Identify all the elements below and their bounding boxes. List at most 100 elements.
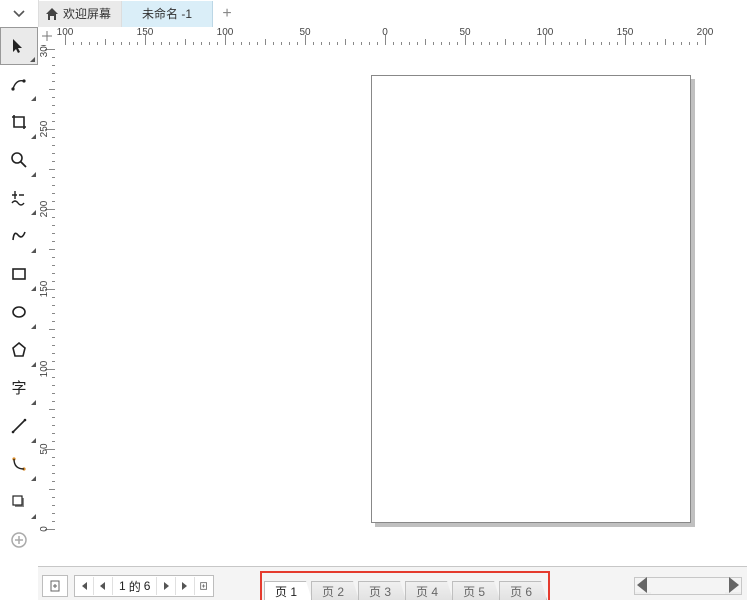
- prev-page-button[interactable]: [94, 577, 113, 595]
- flyout-indicator-icon: [31, 438, 36, 443]
- page-readout: 1 的 6: [113, 577, 157, 595]
- tab-untitled-label: 未命名 -1: [142, 5, 192, 22]
- shape-tool-icon: [10, 75, 28, 93]
- tab-welcome-screen[interactable]: 欢迎屏幕: [39, 1, 122, 27]
- zoom-tool-icon: [10, 151, 28, 169]
- add-page-after-button[interactable]: [195, 577, 213, 595]
- menu-chevron-icon: [12, 7, 26, 21]
- tool-pick[interactable]: [0, 27, 38, 65]
- toolbox: 字: [0, 27, 39, 600]
- ruler-h-label: 200: [697, 27, 714, 38]
- add-page-button-left[interactable]: [42, 575, 68, 597]
- flyout-indicator-icon: [31, 248, 36, 253]
- add-page-icon: [48, 579, 62, 593]
- tool-connector[interactable]: [0, 445, 38, 483]
- ruler-v-label: 50: [39, 443, 50, 454]
- page-tab-label: 页 5: [463, 583, 485, 600]
- page-rectangle: [371, 75, 691, 523]
- document-tab-bar: 欢迎屏幕 未命名 -1 +: [0, 0, 747, 28]
- ruler-h-label: 50: [459, 27, 470, 38]
- flyout-indicator-icon: [31, 514, 36, 519]
- page-tab-3[interactable]: 页 3: [358, 581, 406, 600]
- svg-text:字: 字: [11, 380, 26, 397]
- tab-untitled-document[interactable]: 未命名 -1: [122, 1, 213, 27]
- app-root: 欢迎屏幕 未命名 -1 + 字 10015010050050100150200 …: [0, 0, 747, 600]
- ruler-v-label: 150: [39, 281, 50, 298]
- tool-freehand[interactable]: [0, 179, 38, 217]
- scroll-left-button[interactable]: [635, 578, 651, 592]
- pick-tool-icon: [10, 37, 28, 55]
- flyout-indicator-icon: [31, 324, 36, 329]
- tool-dropshadow[interactable]: [0, 483, 38, 521]
- page-of-label: 的: [129, 578, 141, 595]
- crop-tool-icon: [10, 113, 28, 131]
- page-tab-label: 页 1: [275, 583, 297, 600]
- horizontal-ruler[interactable]: 10015010050050100150200: [55, 27, 747, 46]
- next-page-button[interactable]: [157, 577, 176, 595]
- page-tab-1[interactable]: 页 1: [264, 581, 312, 600]
- ellipse-tool-icon: [10, 303, 28, 321]
- scrollbar-track[interactable]: [651, 578, 725, 594]
- ruler-v-label: 200: [39, 201, 50, 218]
- scroll-right-button[interactable]: [725, 578, 741, 592]
- ruler-v-label: 0: [39, 526, 50, 532]
- ruler-h-label: 150: [617, 27, 634, 38]
- flyout-indicator-icon: [31, 286, 36, 291]
- total-pages-number: 6: [144, 579, 151, 593]
- flyout-indicator-icon: [31, 476, 36, 481]
- page-tab-2[interactable]: 页 2: [311, 581, 359, 600]
- page-tab-4[interactable]: 页 4: [405, 581, 453, 600]
- menu-button[interactable]: [0, 0, 39, 27]
- drop-shadow-tool-icon: [10, 493, 28, 511]
- page-navigator: 1 的 6: [74, 575, 214, 597]
- plus-icon: +: [222, 5, 231, 23]
- page-tabs-highlight-box: 页 1 页 2 页 3 页 4 页 5 页 6: [260, 571, 550, 600]
- page-tab-6[interactable]: 页 6: [499, 581, 547, 600]
- tool-line[interactable]: [0, 407, 38, 445]
- tool-curve[interactable]: [0, 217, 38, 255]
- flyout-indicator-icon: [31, 362, 36, 367]
- ruler-v-label: 100: [39, 361, 50, 378]
- ruler-v-label: 250: [39, 121, 50, 138]
- tab-welcome-label: 欢迎屏幕: [63, 5, 111, 22]
- tool-crop[interactable]: [0, 103, 38, 141]
- tool-polygon[interactable]: [0, 331, 38, 369]
- ruler-origin-button[interactable]: [38, 27, 56, 46]
- vertical-ruler[interactable]: 300 250 200 150 100 50 0: [38, 45, 56, 566]
- connector-tool-icon: [10, 455, 28, 473]
- ruler-h-label: 100: [217, 27, 234, 38]
- first-page-button[interactable]: [75, 577, 94, 595]
- polygon-tool-icon: [10, 341, 28, 359]
- dimension-tool-icon: [10, 417, 28, 435]
- horizontal-scrollbar[interactable]: [634, 577, 742, 595]
- ruler-h-label: 100: [537, 27, 554, 38]
- flyout-indicator-icon: [31, 172, 36, 177]
- ruler-h-label: 50: [299, 27, 310, 38]
- flyout-indicator-icon: [31, 400, 36, 405]
- current-page-number: 1: [119, 579, 126, 593]
- page-tab-label: 页 4: [416, 583, 438, 600]
- new-document-tab-button[interactable]: +: [213, 1, 241, 27]
- text-tool-icon: 字: [10, 379, 28, 397]
- tool-shape-edit[interactable]: [0, 65, 38, 103]
- canvas-area[interactable]: [55, 45, 747, 566]
- ruler-h-label: 100: [57, 27, 74, 38]
- add-page-after-icon: [199, 581, 209, 591]
- customize-toolbox-button[interactable]: [0, 521, 38, 559]
- ruler-v-label: 300: [39, 45, 50, 57]
- tool-zoom[interactable]: [0, 141, 38, 179]
- tool-rectangle[interactable]: [0, 255, 38, 293]
- last-page-button[interactable]: [176, 577, 195, 595]
- flyout-indicator-icon: [31, 96, 36, 101]
- tool-text[interactable]: 字: [0, 369, 38, 407]
- flyout-indicator-icon: [30, 57, 35, 62]
- status-bar: 1 的 6 页 1 页 2 页 3 页 4 页 5 页 6: [38, 566, 747, 600]
- page-tab-label: 页 3: [369, 583, 391, 600]
- plus-circle-icon: [10, 531, 28, 549]
- crosshair-icon: [42, 31, 52, 41]
- tool-ellipse[interactable]: [0, 293, 38, 331]
- home-icon: [45, 7, 59, 21]
- page-tab-label: 页 2: [322, 583, 344, 600]
- page-tab-5[interactable]: 页 5: [452, 581, 500, 600]
- flyout-indicator-icon: [31, 134, 36, 139]
